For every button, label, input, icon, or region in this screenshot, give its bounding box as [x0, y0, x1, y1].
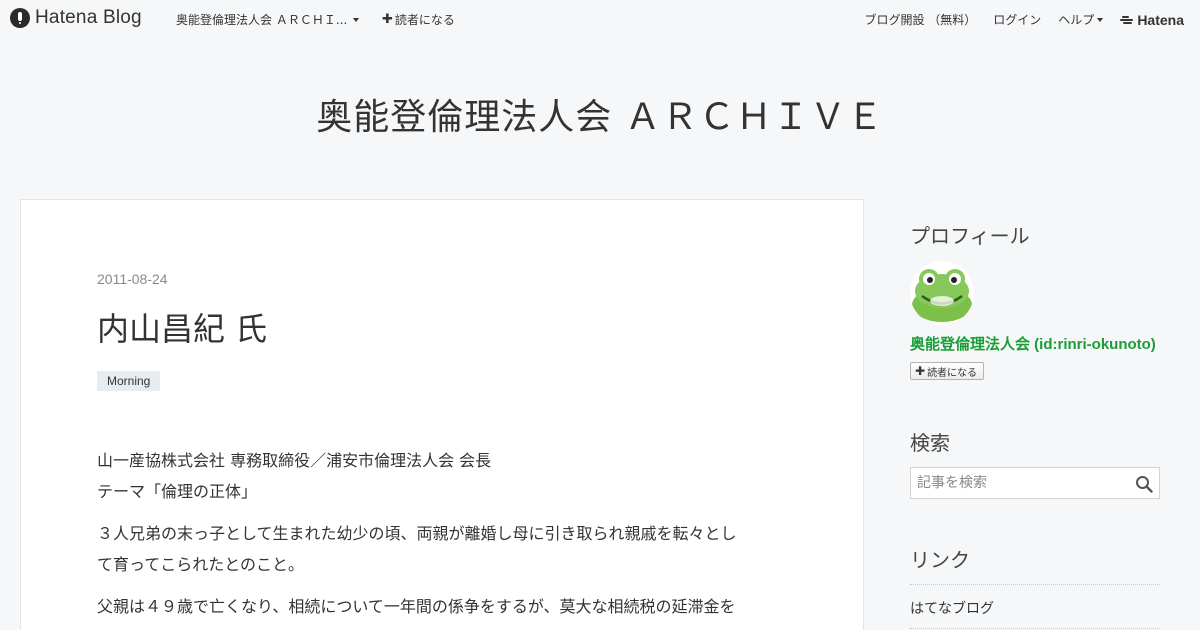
help-label: ヘルプ	[1058, 13, 1095, 27]
blog-title[interactable]: 奥能登倫理法人会 ＡＲＣＨＩＶＥ	[0, 88, 1200, 140]
profile-name-link[interactable]: 奥能登倫理法人会 (id:rinri-okunoto)	[910, 333, 1156, 354]
caret-down-icon	[353, 17, 360, 22]
profile-heading: プロフィール	[910, 224, 1030, 248]
caret-down-icon	[1097, 17, 1104, 22]
entry-paragraph: 山一産協株式会社 専務取締役／浦安市倫理法人会 会長 テーマ「倫理の正体」	[97, 445, 797, 507]
entry-paragraph: 父親は４９歳で亡くなり、相続について一年間の係争をするが、莫大な相続税の延滞金を	[97, 591, 797, 622]
plus-icon: ✚	[915, 364, 926, 378]
entry-card: 2011-08-24 内山昌紀 氏 Morning 山一産協株式会社 専務取締役…	[20, 199, 864, 630]
divider	[910, 584, 1160, 585]
links-heading: リンク	[910, 548, 970, 572]
paragraph-line: 父親は４９歳で亡くなり、相続について一年間の係争をするが、莫大な相続税の延滞金を	[97, 597, 736, 616]
entry-content: 山一産協株式会社 専務取締役／浦安市倫理法人会 会長 テーマ「倫理の正体」 ３人…	[97, 445, 797, 630]
avatar[interactable]	[910, 261, 974, 325]
paragraph-line: て育ってこられたとのこと。	[97, 555, 305, 574]
entry-paragraph: ３人兄弟の末っ子として生まれた幼少の頃、両親が離婚し母に引き取られ親戚を転々とし…	[97, 518, 797, 580]
signup-link[interactable]: ブログ開設 （無料）	[864, 11, 976, 28]
entry-date[interactable]: 2011-08-24	[97, 271, 168, 287]
logo-text: Hatena Blog	[35, 7, 142, 28]
hatena-blog-logo-icon	[10, 8, 30, 28]
hatena-label: Hatena	[1137, 11, 1184, 28]
search-icon[interactable]	[1135, 475, 1153, 493]
paragraph-line: テーマ「倫理の正体」	[97, 482, 258, 501]
header-right-menu: ブログ開設 （無料） ログイン ヘルプ Hatena	[864, 11, 1190, 28]
paragraph-line: 山一産協株式会社 専務取締役／浦安市倫理法人会 会長	[97, 451, 492, 470]
profile-subscribe-button[interactable]: ✚ 読者になる	[910, 362, 985, 380]
global-header: Hatena Blog 奥能登倫理法人会 ＡＲＣＨＩ... ✚ 読者になる ブロ…	[0, 0, 1200, 36]
plus-icon: ✚	[382, 11, 393, 27]
subscribe-label: 読者になる	[394, 13, 455, 27]
divider	[910, 628, 1160, 629]
login-link[interactable]: ログイン	[993, 11, 1041, 28]
search-input[interactable]	[911, 468, 1121, 498]
category-tag[interactable]: Morning	[97, 371, 161, 391]
help-menu[interactable]: ヘルプ	[1058, 11, 1104, 28]
profile-subscribe-label: 読者になる	[927, 367, 978, 379]
hatena-logo-icon	[1120, 15, 1134, 25]
link-hatena-blog[interactable]: はてなブログ	[910, 598, 994, 618]
hatena-blog-logo[interactable]: Hatena Blog	[10, 7, 142, 29]
blog-menu-dropdown[interactable]: 奥能登倫理法人会 ＡＲＣＨＩ...	[176, 11, 360, 28]
search-form	[910, 467, 1160, 499]
subscribe-link[interactable]: ✚ 読者になる	[382, 11, 455, 28]
blog-menu-label: 奥能登倫理法人会 ＡＲＣＨＩ...	[176, 13, 348, 27]
entry-title[interactable]: 内山昌紀 氏	[97, 304, 267, 350]
search-heading: 検索	[910, 431, 950, 455]
paragraph-line: ３人兄弟の末っ子として生まれた幼少の頃、両親が離婚し母に引き取られ親戚を転々とし	[97, 524, 737, 543]
frog-avatar-icon	[912, 269, 972, 322]
hatena-menu[interactable]: Hatena	[1120, 12, 1184, 28]
